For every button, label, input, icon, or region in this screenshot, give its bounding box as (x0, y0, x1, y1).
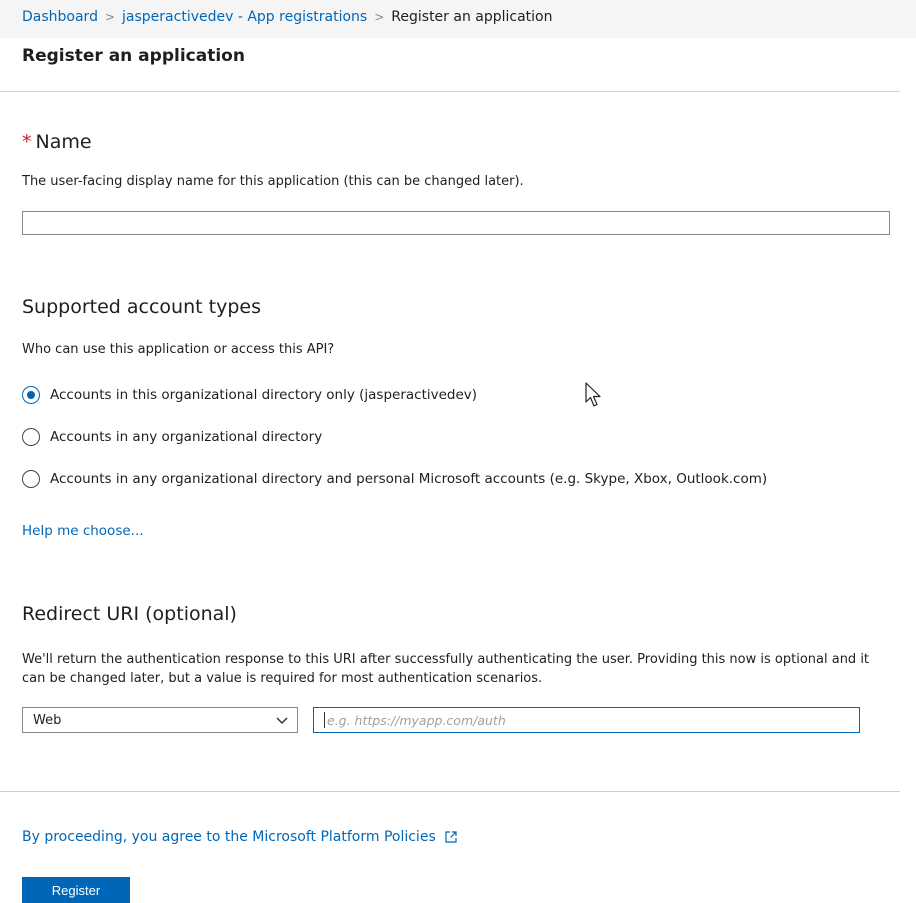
application-name-input[interactable] (22, 211, 890, 235)
account-types-description: Who can use this application or access t… (22, 342, 335, 357)
redirect-uri-input[interactable]: e.g. https://myapp.com/auth (313, 707, 860, 733)
register-button[interactable]: Register (22, 877, 130, 903)
account-option-label: Accounts in any organizational directory… (50, 471, 768, 487)
platform-select-value: Web (33, 712, 62, 728)
account-option-multi-tenant[interactable]: Accounts in any organizational directory (22, 428, 322, 446)
account-option-single-tenant[interactable]: Accounts in this organizational director… (22, 386, 477, 404)
help-me-choose-link[interactable]: Help me choose... (22, 523, 144, 539)
external-link-icon (445, 831, 457, 843)
name-title-text: Name (35, 131, 92, 153)
name-section-title: * Name (22, 131, 92, 153)
redirect-uri-description: We'll return the authentication response… (22, 652, 870, 686)
account-types-title: Supported account types (22, 296, 261, 318)
platform-select[interactable]: Web (22, 707, 298, 733)
footer-divider (0, 791, 900, 792)
platform-policies-text: By proceeding, you agree to the Microsof… (22, 829, 436, 845)
redirect-uri-title: Redirect URI (optional) (22, 603, 237, 625)
breadcrumb-separator: > (374, 10, 385, 24)
account-option-multi-tenant-personal[interactable]: Accounts in any organizational directory… (22, 470, 767, 488)
redirect-uri-placeholder: e.g. https://myapp.com/auth (327, 712, 506, 728)
radio-button[interactable] (22, 470, 40, 488)
chevron-down-icon (276, 717, 288, 725)
account-option-label: Accounts in this organizational director… (50, 387, 478, 403)
mouse-cursor-icon (585, 382, 601, 407)
radio-button[interactable] (22, 428, 40, 446)
breadcrumb-app-registrations[interactable]: jasperactivedev - App registrations (122, 9, 367, 25)
radio-button-selected[interactable] (22, 386, 40, 404)
breadcrumb-current: Register an application (391, 9, 553, 25)
header-divider (0, 91, 900, 92)
breadcrumb: Dashboard > jasperactivedev - App regist… (22, 9, 553, 25)
text-caret (324, 712, 325, 728)
platform-policies-link[interactable]: By proceeding, you agree to the Microsof… (22, 829, 458, 845)
name-description: The user-facing display name for this ap… (22, 174, 524, 189)
breadcrumb-dashboard[interactable]: Dashboard (22, 9, 98, 25)
page-title: Register an application (22, 46, 245, 66)
required-mark: * (22, 131, 32, 153)
account-option-label: Accounts in any organizational directory (50, 429, 323, 445)
breadcrumb-separator: > (104, 10, 116, 24)
